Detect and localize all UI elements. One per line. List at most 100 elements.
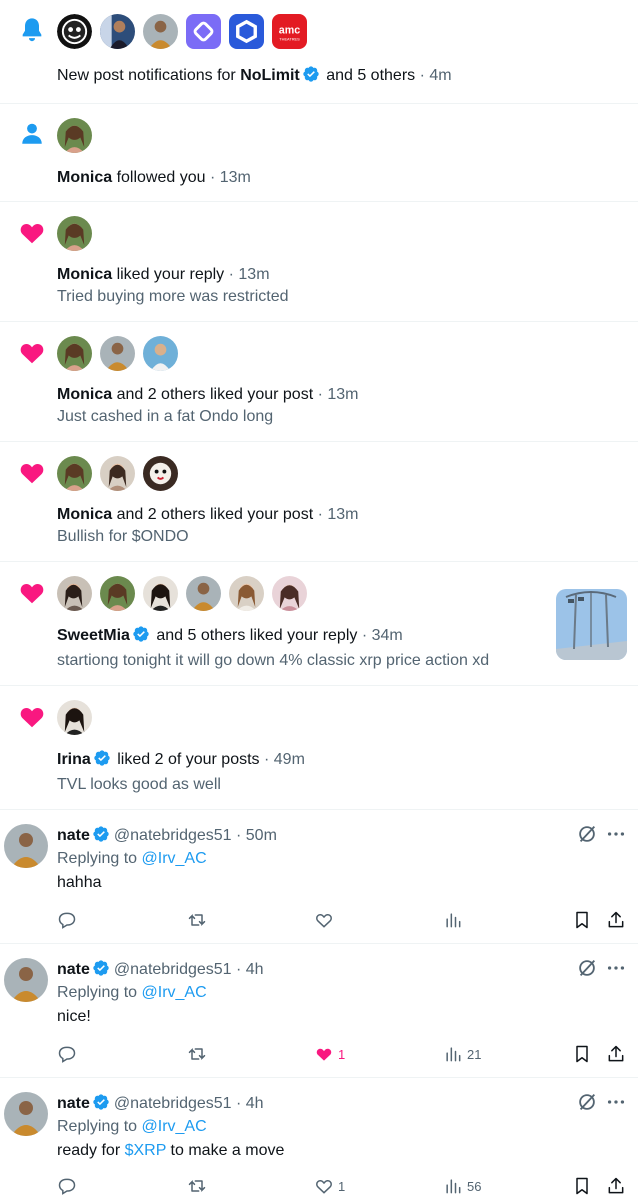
- avatar[interactable]: [229, 14, 264, 49]
- bookmark-icon: [576, 911, 588, 929]
- share-icon: [608, 1045, 624, 1062]
- heart-icon: [16, 216, 48, 248]
- notification-follow[interactable]: Monica followed you · 13m: [0, 104, 638, 202]
- reply-to-link[interactable]: @Irv_AC: [142, 1118, 207, 1135]
- repost-button[interactable]: [187, 1042, 207, 1066]
- reply-tweet[interactable]: nate @natebridges51 · 4h Replying to @Irv…: [0, 944, 638, 1078]
- avatar[interactable]: [57, 700, 92, 735]
- timestamp[interactable]: · 4h: [232, 961, 264, 978]
- avatar[interactable]: [186, 14, 221, 49]
- replying-label: Replying to: [57, 1118, 142, 1135]
- avatar[interactable]: [57, 336, 92, 371]
- avatar[interactable]: [186, 576, 221, 611]
- user-handle[interactable]: @natebridges51: [114, 1095, 232, 1112]
- like-button[interactable]: 1: [314, 1042, 345, 1066]
- liked-post-text[interactable]: Tried buying more was restricted: [57, 287, 289, 307]
- liked-post-text[interactable]: startiong tonight it will go down 4% cla…: [57, 651, 489, 671]
- avatar[interactable]: [272, 576, 307, 611]
- view-count: 56: [467, 1178, 482, 1194]
- avatar-row: [57, 118, 92, 153]
- verified-icon: [300, 66, 322, 84]
- avatar[interactable]: [100, 14, 135, 49]
- avatar[interactable]: [143, 14, 178, 49]
- avatar-row: amc THEATRES: [57, 14, 307, 49]
- cashtag-link[interactable]: $XRP: [125, 1142, 167, 1159]
- reply-to-link[interactable]: @Irv_AC: [142, 850, 207, 867]
- reply-button[interactable]: [57, 1042, 77, 1066]
- replying-to: Replying to @Irv_AC: [57, 849, 207, 869]
- avatar[interactable]: [57, 14, 92, 49]
- share-button[interactable]: [606, 1174, 626, 1198]
- timestamp[interactable]: · 50m: [232, 827, 277, 844]
- user-name[interactable]: Monica: [57, 386, 112, 403]
- user-name[interactable]: nate: [57, 827, 90, 844]
- bookmark-button[interactable]: [572, 1042, 592, 1066]
- notification-like[interactable]: Irina liked 2 of your posts · 49m TVL lo…: [0, 686, 638, 810]
- avatar[interactable]: [229, 576, 264, 611]
- amc-logo-subtext: THEATRES: [279, 36, 300, 41]
- notification-like[interactable]: Monica liked your reply · 13m Tried buyi…: [0, 202, 638, 322]
- avatar[interactable]: [4, 1092, 48, 1136]
- user-name[interactable]: Monica: [57, 169, 112, 186]
- avatar[interactable]: amc THEATRES: [272, 14, 307, 49]
- bookmark-button[interactable]: [572, 908, 592, 932]
- liked-post-text[interactable]: Just cashed in a fat Ondo long: [57, 407, 273, 427]
- user-name[interactable]: Monica: [57, 506, 112, 523]
- user-name[interactable]: Irina: [57, 751, 91, 768]
- timestamp[interactable]: · 4h: [232, 1095, 264, 1112]
- tweet-text-part: ready for: [57, 1142, 125, 1159]
- repost-icon: [188, 1180, 206, 1192]
- avatar[interactable]: [100, 336, 135, 371]
- share-button[interactable]: [606, 908, 626, 932]
- notification-like[interactable]: Monica and 2 others liked your post · 13…: [0, 442, 638, 562]
- avatar[interactable]: [100, 456, 135, 491]
- user-name[interactable]: nate: [57, 1095, 90, 1112]
- like-button[interactable]: [314, 908, 338, 932]
- avatar[interactable]: [143, 336, 178, 371]
- timestamp: · 34m: [357, 627, 403, 644]
- reply-button[interactable]: [57, 1174, 77, 1198]
- avatar[interactable]: [57, 118, 92, 153]
- grok-icon[interactable]: [576, 823, 598, 845]
- reply-tweet[interactable]: nate @natebridges51 · 50m Replying to @Ir…: [0, 810, 638, 944]
- notification-like[interactable]: Monica and 2 others liked your post · 13…: [0, 322, 638, 442]
- share-button[interactable]: [606, 1042, 626, 1066]
- avatar[interactable]: [143, 576, 178, 611]
- repost-button[interactable]: [187, 908, 207, 932]
- reply-button[interactable]: [57, 908, 77, 932]
- bookmark-button[interactable]: [572, 1174, 592, 1198]
- avatar[interactable]: [143, 456, 178, 491]
- reply-to-link[interactable]: @Irv_AC: [142, 984, 207, 1001]
- more-icon[interactable]: [604, 1091, 628, 1113]
- avatar[interactable]: [4, 958, 48, 1002]
- liked-post-text[interactable]: Bullish for $ONDO: [57, 527, 189, 547]
- avatar[interactable]: [4, 824, 48, 868]
- notification-new-posts[interactable]: amc THEATRES New post notifications for N…: [0, 0, 638, 104]
- liked-post-text[interactable]: TVL looks good as well: [57, 775, 221, 795]
- notification-like[interactable]: SweetMia and 5 others liked your reply ·…: [0, 562, 638, 686]
- avatar[interactable]: [57, 456, 92, 491]
- avatar-row: [57, 336, 178, 371]
- views-button[interactable]: 21: [443, 1042, 481, 1066]
- post-thumbnail-image[interactable]: [556, 589, 627, 660]
- grok-icon[interactable]: [576, 957, 598, 979]
- repost-button[interactable]: [187, 1174, 207, 1198]
- user-handle[interactable]: @natebridges51: [114, 961, 232, 978]
- avatar-row: [57, 216, 92, 251]
- reply-tweet[interactable]: nate @natebridges51 · 4h Replying to @Irv…: [0, 1078, 638, 1198]
- more-icon[interactable]: [604, 823, 628, 845]
- grok-icon[interactable]: [576, 1091, 598, 1113]
- views-button[interactable]: 56: [443, 1174, 481, 1198]
- user-name[interactable]: Monica: [57, 266, 112, 283]
- like-button[interactable]: 1: [314, 1174, 345, 1198]
- avatar[interactable]: [100, 576, 135, 611]
- more-icon[interactable]: [604, 957, 628, 979]
- views-button[interactable]: [443, 908, 467, 932]
- user-name[interactable]: NoLimit: [240, 67, 300, 84]
- user-handle[interactable]: @natebridges51: [114, 827, 232, 844]
- avatar[interactable]: [57, 216, 92, 251]
- avatar[interactable]: [57, 576, 92, 611]
- user-name[interactable]: SweetMia: [57, 627, 130, 644]
- user-name[interactable]: nate: [57, 961, 90, 978]
- timestamp: · 4m: [415, 67, 452, 84]
